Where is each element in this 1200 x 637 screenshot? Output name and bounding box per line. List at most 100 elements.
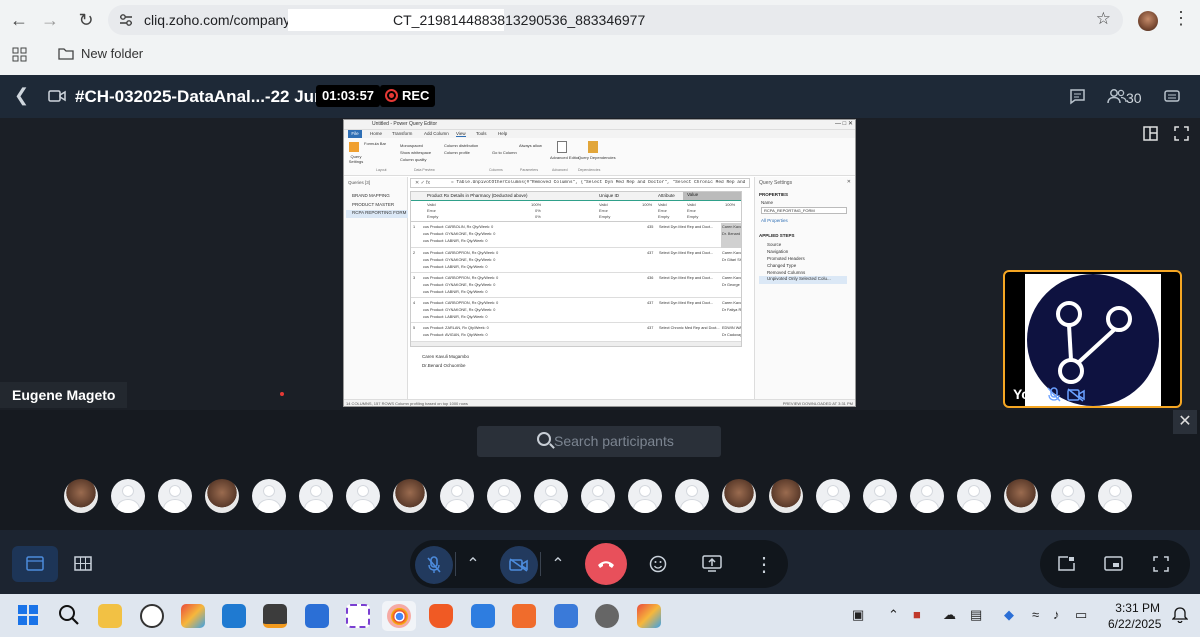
reload-icon[interactable]: ↻ [73, 7, 99, 33]
pq-col-unique-id[interactable]: Unique ID [599, 193, 619, 198]
pq-settings-close-icon[interactable]: ✕ [847, 179, 851, 185]
self-video-tile[interactable]: You [1003, 270, 1182, 408]
mic-options-chevron-icon[interactable]: ⌃ [456, 548, 490, 580]
participant-avatar[interactable] [816, 479, 850, 513]
pq-grid-row[interactable]: 3 cus Product: CARBOPRON, Rx Qty/Week: 0 c… [411, 274, 741, 298]
expand-icon[interactable] [1174, 126, 1189, 141]
back-icon[interactable]: ← [6, 7, 32, 33]
participant-avatar[interactable] [158, 479, 192, 513]
cloud-app-icon[interactable] [471, 604, 495, 628]
tray-app-icon-1[interactable]: ■ [913, 607, 921, 622]
share-screen-icon[interactable] [702, 555, 722, 573]
participant-avatar[interactable] [628, 479, 662, 513]
pq-step-unpivoted[interactable]: Unpivoted Only Selected Colu... [759, 276, 847, 284]
pq-check-show-whitespace[interactable]: Show whitespace [400, 150, 431, 155]
site-settings-icon[interactable] [118, 12, 134, 28]
pq-grid-row[interactable]: 4 cus Product: CARBOPRON, Rx Qty/Week: 0 c… [411, 299, 741, 323]
snipping-tool-icon[interactable] [346, 604, 370, 628]
pq-grid-row[interactable]: 5 cus Product: ZARLAN, Rx Qty/Week: 0 cus … [411, 324, 741, 342]
pq-menu-tools[interactable]: Tools [476, 131, 487, 136]
participant-avatar[interactable] [299, 479, 333, 513]
participant-avatar[interactable] [581, 479, 615, 513]
taskbar-clock[interactable]: 3:31 PM 6/22/2025 [1108, 600, 1161, 632]
chrome-icon-active[interactable] [391, 608, 408, 625]
grid-view-icon[interactable] [74, 556, 92, 571]
volume-icon[interactable]: ♪ [1053, 607, 1060, 622]
participants-icon[interactable] [1107, 88, 1127, 104]
participant-avatar[interactable] [722, 479, 756, 513]
pq-check-column-quality[interactable]: Column quality [400, 157, 426, 162]
participant-avatar[interactable] [1051, 479, 1085, 513]
participant-avatar[interactable] [205, 479, 239, 513]
close-strip-button[interactable]: ✕ [1173, 410, 1197, 434]
participant-avatar[interactable] [534, 479, 568, 513]
pq-step-promoted-headers[interactable]: Promoted Headers [767, 256, 805, 261]
pq-formula-bar[interactable]: ✕ ✓ fx = Table.UnpivotOtherColumns(#"Rem… [410, 178, 750, 188]
pq-step-removed-columns[interactable]: Removed Columns [767, 270, 805, 275]
pq-menu-home[interactable]: Home [370, 131, 382, 136]
participant-avatar[interactable] [1098, 479, 1132, 513]
more-options-icon[interactable]: ⋮ [747, 548, 781, 580]
tray-chevron-icon[interactable]: ⌃ [888, 607, 899, 623]
pq-col-product[interactable]: Product Rx Details in Pharmacy (Deducted… [427, 193, 528, 198]
pq-menu-file[interactable]: File [348, 130, 362, 138]
profile-avatar[interactable] [1138, 11, 1158, 31]
bookmark-new-folder[interactable]: New folder [81, 46, 143, 61]
pq-menu-view[interactable]: View [456, 131, 466, 137]
pq-horizontal-scrollbar[interactable] [411, 342, 741, 346]
pq-btn-query-dependencies[interactable]: Query Dependencies [578, 155, 616, 160]
emoji-reaction-icon[interactable] [649, 555, 667, 573]
notification-bell-icon[interactable] [1172, 607, 1188, 623]
minimize-view-icon[interactable] [1104, 556, 1123, 571]
tray-cloud-icon[interactable]: ☁ [943, 607, 956, 623]
pq-check-always-allow[interactable]: Always allow [519, 143, 542, 148]
tray-app-icon-2[interactable]: ▤ [970, 607, 982, 623]
taskbar-search-icon[interactable] [58, 604, 80, 626]
pq-grid-row[interactable]: 1 cus Product: CARBOLIN, Rx Qty/Week: 0 cu… [411, 223, 741, 248]
participant-avatar[interactable] [1004, 479, 1038, 513]
pip-icon[interactable] [1058, 556, 1075, 571]
pq-menu-transform[interactable]: Transform [392, 131, 412, 136]
bookmark-star-icon[interactable]: ☆ [1096, 9, 1111, 29]
participant-avatar[interactable] [675, 479, 709, 513]
brave-icon[interactable] [429, 604, 453, 628]
battery-icon[interactable]: ▭ [1075, 607, 1087, 623]
pq-step-changed-type[interactable]: Changed Type [767, 263, 796, 268]
windows-start-icon[interactable] [17, 604, 39, 626]
calendar-app-icon[interactable] [554, 604, 578, 628]
pq-query-brand-mapping[interactable]: BRAND MAPPING [352, 193, 390, 198]
whiteboard-icon[interactable] [1163, 88, 1181, 105]
speaker-view-button[interactable] [12, 546, 58, 582]
zoho-app-icon-2[interactable] [637, 604, 661, 628]
pq-check-monospaced[interactable]: Monospaced [400, 143, 423, 148]
address-bar[interactable]: cliq.zoho.com/company, CT_21981448838132… [108, 5, 1123, 35]
pq-all-properties-link[interactable]: All Properties [761, 218, 788, 223]
pq-menu-help[interactable]: Help [498, 131, 507, 136]
zoho-app-icon[interactable] [181, 604, 205, 628]
participant-avatar[interactable] [863, 479, 897, 513]
layout-toggle-icon[interactable] [1143, 126, 1158, 141]
pq-step-navigation[interactable]: Navigation [767, 249, 788, 254]
tray-defender-icon[interactable]: ◆ [1004, 607, 1014, 623]
pq-check-formula-bar[interactable]: Formula Bar [364, 141, 386, 146]
pq-step-source[interactable]: Source [767, 242, 781, 247]
participant-avatar[interactable] [957, 479, 991, 513]
participant-avatar[interactable] [393, 479, 427, 513]
participant-search[interactable]: Search participants [477, 426, 721, 457]
feedback-app-icon[interactable] [305, 604, 329, 628]
back-chevron-icon[interactable]: ❮ [14, 85, 29, 106]
pq-col-value[interactable]: Value [683, 192, 741, 200]
tray-chat-icon[interactable]: ▣ [852, 607, 864, 623]
pq-check-column-profile[interactable]: Column profile [444, 150, 470, 155]
participant-avatar[interactable] [252, 479, 286, 513]
pq-query-product-master[interactable]: PRODUCT MASTER [352, 202, 394, 207]
participant-avatar[interactable] [64, 479, 98, 513]
apps-grid-icon[interactable] [12, 47, 27, 62]
participant-avatar[interactable] [769, 479, 803, 513]
wifi-icon[interactable]: ≈ [1032, 607, 1039, 622]
participant-avatar[interactable] [440, 479, 474, 513]
settings-gear-icon[interactable] [595, 604, 619, 628]
chat-app-icon[interactable] [140, 604, 164, 628]
office-app-icon[interactable] [512, 604, 536, 628]
participant-avatar[interactable] [346, 479, 380, 513]
